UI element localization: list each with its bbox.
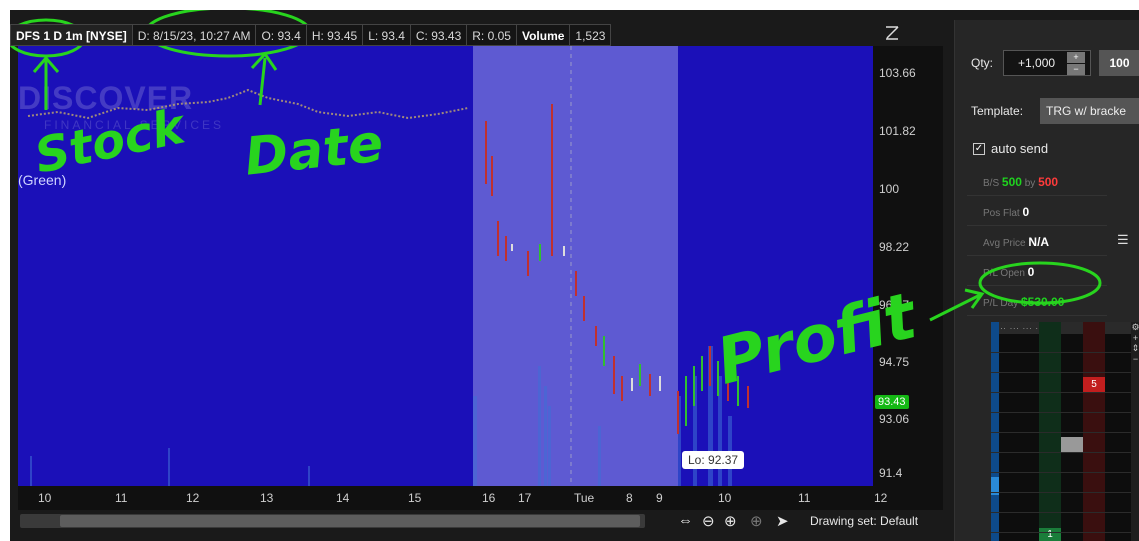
volume-value: 1,523 <box>570 24 612 46</box>
pl-day-label: P/L Day <box>983 298 1019 309</box>
avg-price-value: N/A <box>1028 235 1050 249</box>
drawing-set-selector[interactable]: Drawing set: Default <box>810 514 918 528</box>
pl-day-value: $530.00 <box>1020 295 1065 309</box>
auto-send-label: auto send <box>991 141 1049 156</box>
ladder-header: ... ... ... ... <box>991 322 1131 334</box>
volume-bars <box>30 346 732 486</box>
chart-scrollbar[interactable] <box>20 514 645 528</box>
pl-open-row: P/L Open 0 <box>967 258 1107 286</box>
date-label: D: 8/15/23, 10:27 AM <box>132 24 257 46</box>
template-select[interactable]: TRG w/ bracke <box>1040 98 1139 124</box>
qty-label: Qty: <box>971 56 994 70</box>
position-summary: B/S 500 by 500 Pos Flat 0 Avg Price N/A … <box>967 168 1107 318</box>
order-entry-panel: Qty: +1,000 + − 100 Template: TRG w/ bra… <box>954 20 1139 541</box>
time-tick: 12 <box>874 491 888 505</box>
chart-bottom-bar: ⇔ ⊖ ⊕ ⊕ ➤ Drawing set: Default <box>10 510 943 534</box>
ladder-ask-size[interactable]: 5 <box>1083 377 1105 393</box>
ladder-side-tools: ⚙ + ⇕ − <box>1131 322 1139 541</box>
pl-day-row: P/L Day $530.00 <box>967 288 1107 316</box>
auto-send-checkbox[interactable]: ✓ <box>973 143 985 155</box>
center-icon[interactable]: ⇕ <box>1131 343 1139 354</box>
low-value: L: 93.4 <box>363 24 411 46</box>
zoom-reset-icon[interactable]: ⊕ <box>750 512 763 530</box>
settings-icon[interactable]: ⚙ <box>1131 322 1139 333</box>
time-tick: 15 <box>408 491 422 505</box>
price-tick: 100 <box>879 182 900 196</box>
time-tick: 10 <box>718 491 732 505</box>
scrollbar-thumb[interactable] <box>60 515 640 527</box>
template-label: Template: <box>971 104 1024 118</box>
pos-flat-label: Pos Flat <box>983 208 1020 219</box>
price-ladder[interactable]: ... ... ... ... 5 1 <box>991 322 1131 541</box>
zoom-in-icon[interactable]: ⊕ <box>724 512 737 530</box>
zoom-in-icon[interactable]: + <box>1131 333 1139 343</box>
ladder-bid-size[interactable]: 1 <box>1039 528 1061 541</box>
time-axis[interactable]: 10 11 12 13 14 15 16 17 Tue 8 9 10 11 12 <box>18 486 943 510</box>
pl-open-value: 0 <box>1027 265 1035 279</box>
candles-layer <box>27 46 749 486</box>
time-tick: 11 <box>115 491 128 505</box>
zoom-out-icon[interactable]: ⊖ <box>702 512 715 530</box>
price-axis[interactable]: 103.66 101.82 100 98.22 96.47 94.75 93.0… <box>873 46 943 486</box>
zoom-out-icon[interactable]: − <box>1131 354 1139 364</box>
close-value: C: 93.43 <box>410 24 468 46</box>
time-tick: Tue <box>574 491 595 505</box>
bs-by-label: by <box>1024 178 1036 189</box>
low-marker-label: Lo: 92.37 <box>682 451 745 469</box>
cursor-icon[interactable]: ➤ <box>776 512 789 530</box>
last-price-tag: 93.43 <box>875 395 909 409</box>
symbol-label[interactable]: DFS 1 D 1m [NYSE] <box>10 24 133 46</box>
time-tick: 17 <box>518 491 532 505</box>
avg-price-label: Avg Price <box>983 238 1026 249</box>
qty-preset-button[interactable]: 100 <box>1099 50 1139 76</box>
trading-window: DFS 1 D 1m [NYSE] D: 8/15/23, 10:27 AM O… <box>10 10 1139 541</box>
range-value: R: 0.05 <box>467 24 517 46</box>
pre-session-trail <box>27 88 469 120</box>
list-icon[interactable]: ☰ <box>1117 232 1129 248</box>
time-tick: 16 <box>482 491 496 505</box>
price-tick: 94.75 <box>879 355 910 369</box>
volume-label: Volume <box>516 24 571 46</box>
time-tick: 14 <box>336 491 350 505</box>
avg-price-row: Avg Price N/A <box>967 228 1107 256</box>
time-tick: 12 <box>186 491 200 505</box>
time-tick: 11 <box>798 491 811 505</box>
price-tick: 103.66 <box>879 66 916 80</box>
price-chart[interactable]: DISCOVER FINANCIAL SERVICES (Green) Lo: … <box>18 46 873 486</box>
price-tick: 98.22 <box>879 240 910 254</box>
high-value: H: 93.45 <box>306 24 364 46</box>
buy-sell-row: B/S 500 by 500 <box>967 168 1107 196</box>
pan-icon[interactable]: ⇔ <box>678 512 693 529</box>
expand-icon[interactable] <box>883 24 901 42</box>
pos-flat-value: 0 <box>1022 205 1030 219</box>
price-tick: 93.06 <box>879 412 910 426</box>
price-tick: 96.47 <box>879 298 910 312</box>
price-tick: 91.4 <box>879 466 903 480</box>
bs-buy-value: 500 <box>1001 175 1022 189</box>
time-tick: 13 <box>260 491 274 505</box>
qty-decrement-button[interactable]: − <box>1067 64 1085 75</box>
chart-info-bar: DFS 1 D 1m [NYSE] D: 8/15/23, 10:27 AM O… <box>10 24 612 46</box>
open-value: O: 93.4 <box>256 24 307 46</box>
time-tick: 8 <box>626 491 633 505</box>
time-tick: 10 <box>38 491 52 505</box>
qty-increment-button[interactable]: + <box>1067 52 1085 63</box>
pl-open-label: P/L Open <box>983 268 1025 279</box>
price-tick: 101.82 <box>879 124 916 138</box>
bs-sell-value: 500 <box>1038 175 1059 189</box>
ladder-last-price-cell <box>1061 437 1083 453</box>
time-tick: 9 <box>656 491 663 505</box>
pos-flat-row: Pos Flat 0 <box>967 198 1107 226</box>
bs-label: B/S <box>983 178 1000 189</box>
